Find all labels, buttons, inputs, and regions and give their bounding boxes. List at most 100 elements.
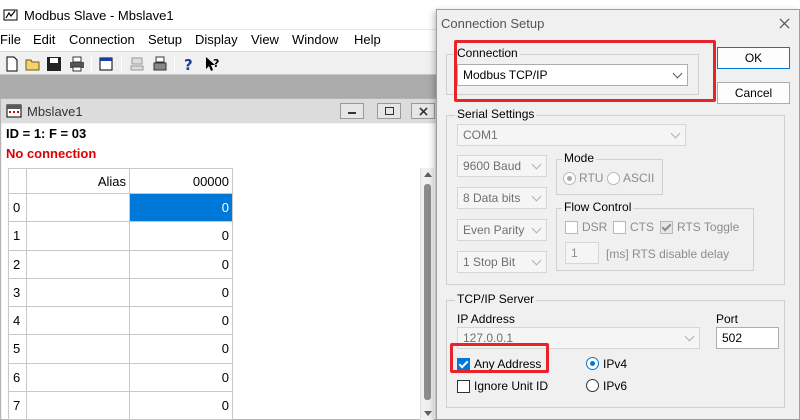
tcpip-server-label: TCP/IP Server [455, 292, 537, 306]
ascii-radio[interactable] [607, 172, 620, 185]
ok-button[interactable]: OK [717, 47, 790, 69]
alias-cell[interactable] [26, 305, 130, 336]
menu-display[interactable]: Display [195, 32, 238, 47]
register-value-cell[interactable]: 0 [129, 277, 233, 308]
menu-window[interactable]: Window [292, 32, 338, 47]
cancel-button[interactable]: Cancel [717, 82, 790, 104]
print-icon[interactable] [68, 55, 86, 73]
stop-bits-value: 1 Stop Bit [463, 255, 516, 269]
cts-checkbox[interactable] [613, 221, 626, 234]
port-label: Port [716, 312, 739, 326]
ipv6-radio[interactable] [586, 379, 599, 392]
child-window-mbslave1: Mbslave1 ID = 1: F = 03 No connection Al… [0, 98, 437, 420]
chevron-down-icon [531, 223, 542, 234]
row-index[interactable]: 7 [8, 390, 27, 420]
table-row: 70 [8, 390, 233, 420]
port-input[interactable]: 502 [716, 327, 779, 349]
grid-corner [8, 168, 27, 194]
alias-cell[interactable] [26, 334, 130, 364]
scroll-thumb[interactable] [424, 184, 431, 400]
alias-cell[interactable] [26, 192, 130, 223]
new-file-icon[interactable] [3, 55, 21, 73]
data-bits-value: 8 Data bits [463, 191, 521, 205]
chevron-down-icon [670, 128, 681, 139]
scroll-up-icon[interactable] [424, 172, 432, 177]
open-folder-icon[interactable] [24, 55, 42, 73]
chevron-down-icon [531, 191, 542, 202]
child-titlebar[interactable]: Mbslave1 [1, 99, 436, 123]
modbus-app-icon [3, 9, 18, 21]
context-help-icon[interactable]: ? [203, 55, 221, 73]
register-value-cell[interactable]: 0 [129, 390, 233, 420]
menu-help[interactable]: Help [354, 32, 381, 47]
row-index[interactable]: 2 [8, 249, 27, 279]
column-header-alias[interactable]: Alias [26, 168, 130, 194]
menu-edit[interactable]: Edit [33, 32, 55, 47]
mbslave-doc-icon [6, 104, 22, 118]
alias-cell[interactable] [26, 390, 130, 420]
row-index[interactable]: 3 [8, 277, 27, 308]
table-row: 30 [8, 277, 233, 308]
cts-label: CTS [630, 220, 654, 234]
ignore-unit-id-checkbox[interactable] [457, 380, 470, 393]
menu-view[interactable]: View [251, 32, 279, 47]
scroll-down-icon[interactable] [424, 411, 432, 416]
baud-select[interactable]: 9600 Baud [457, 155, 547, 177]
register-value-cell[interactable]: 0 [129, 192, 233, 223]
row-index[interactable]: 6 [8, 362, 27, 392]
rts-delay-input[interactable]: 1 [565, 242, 599, 264]
grid-scrollbar[interactable] [420, 168, 434, 420]
save-icon[interactable] [45, 55, 63, 73]
row-index[interactable]: 4 [8, 305, 27, 336]
connect-icon[interactable] [128, 55, 146, 73]
alias-cell[interactable] [26, 277, 130, 308]
table-row: 60 [8, 362, 233, 392]
dialog-close-icon[interactable] [779, 18, 790, 29]
minimize-button[interactable] [340, 103, 364, 119]
alias-cell[interactable] [26, 221, 130, 251]
alias-cell[interactable] [26, 362, 130, 392]
disconnect-icon[interactable] [151, 55, 169, 73]
rts-toggle-checkbox[interactable] [660, 221, 673, 234]
window-icon[interactable] [97, 55, 115, 73]
register-value-cell[interactable]: 0 [129, 249, 233, 279]
alias-cell[interactable] [26, 249, 130, 279]
ipv4-radio[interactable] [586, 357, 599, 370]
register-value-cell[interactable]: 0 [129, 362, 233, 392]
radio-dot [567, 176, 572, 181]
dsr-checkbox[interactable] [565, 221, 578, 234]
data-bits-select[interactable]: 8 Data bits [457, 187, 547, 209]
table-row: 10 [8, 221, 233, 251]
baud-value: 9600 Baud [463, 159, 522, 173]
menu-setup[interactable]: Setup [148, 32, 182, 47]
close-icon [419, 107, 428, 116]
row-index[interactable]: 5 [8, 334, 27, 364]
svg-text:?: ? [184, 56, 193, 73]
rtu-radio[interactable] [563, 172, 576, 185]
register-value-cell[interactable]: 0 [129, 221, 233, 251]
register-grid: Alias 00000 0010203040506070 [8, 168, 233, 420]
dialog-title: Connection Setup [441, 16, 545, 31]
register-value-cell[interactable]: 0 [129, 334, 233, 364]
restore-button[interactable] [377, 103, 401, 119]
highlight-any-address-box [450, 343, 549, 373]
row-index[interactable]: 1 [8, 221, 27, 251]
parity-select[interactable]: Even Parity [457, 219, 547, 241]
row-index[interactable]: 0 [8, 192, 27, 223]
ignore-unit-id-label: Ignore Unit ID [474, 379, 549, 393]
menu-connection[interactable]: Connection [69, 32, 135, 47]
ipv6-label: IPv6 [603, 379, 628, 393]
column-header-address[interactable]: 00000 [129, 168, 233, 194]
slave-id-function: ID = 1: F = 03 [6, 126, 87, 141]
register-value-cell[interactable]: 0 [129, 305, 233, 336]
toolbar-separator [174, 55, 175, 73]
rtu-label: RTU [579, 171, 604, 185]
stop-bits-select[interactable]: 1 Stop Bit [457, 251, 547, 273]
help-icon[interactable]: ? [180, 55, 198, 73]
close-button[interactable] [411, 103, 435, 119]
chevron-down-icon [684, 331, 695, 342]
com-port-select[interactable]: COM1 [457, 124, 686, 146]
menu-file[interactable]: File [0, 32, 21, 47]
flow-control-label: Flow Control [562, 200, 634, 214]
connection-status: No connection [6, 146, 97, 161]
